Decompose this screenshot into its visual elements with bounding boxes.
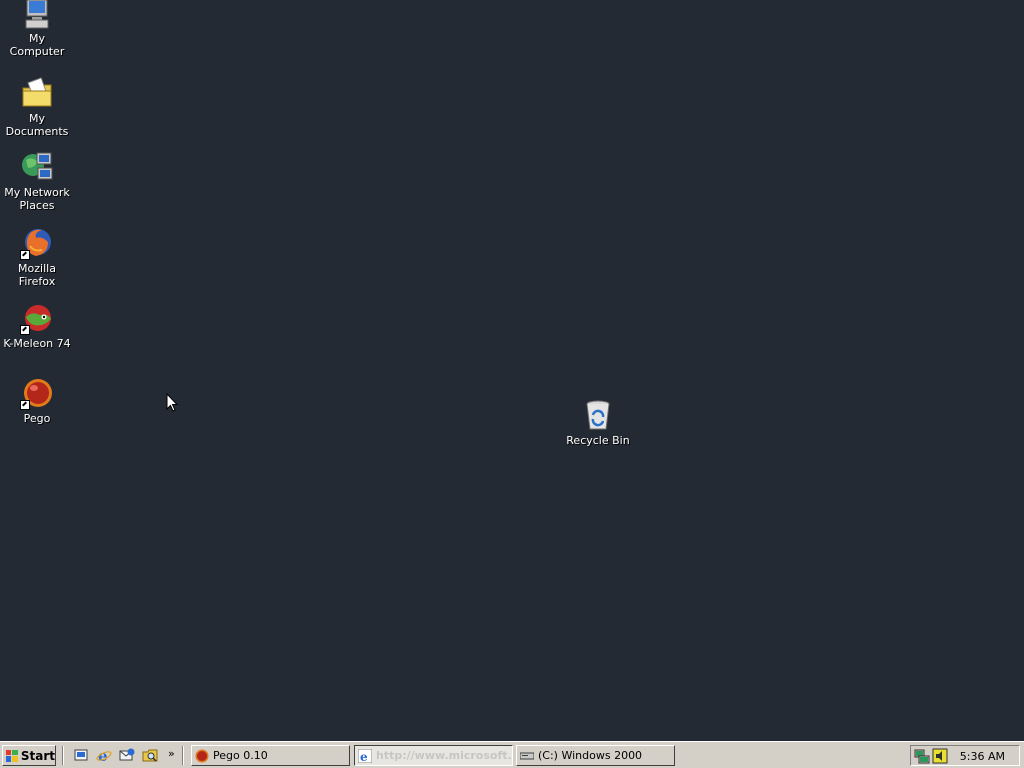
network-globe-icon <box>20 150 54 184</box>
firefox-icon <box>20 226 54 260</box>
desktop-icon-my-documents[interactable]: My Documents <box>0 76 74 138</box>
volume-tray-icon[interactable] <box>932 748 948 767</box>
desktop-icon-my-network-places[interactable]: My Network Places <box>0 150 74 212</box>
taskbar-separator <box>182 746 184 765</box>
desktop-icon-pego[interactable]: Pego <box>0 376 74 425</box>
desktop-icon-label: My Network Places <box>4 186 70 212</box>
taskbar-button-pego[interactable]: Pego 0.10 <box>191 745 350 766</box>
taskbar-separator <box>62 746 64 765</box>
taskbar-button-explorer[interactable]: (C:) Windows 2000 <box>516 745 675 766</box>
k-meleon-icon <box>20 301 54 335</box>
pego-icon <box>195 749 209 763</box>
start-label: Start <box>20 748 55 763</box>
clock[interactable]: 5:36 AM <box>960 750 1005 763</box>
shortcut-arrow-icon <box>20 400 30 410</box>
pego-icon <box>20 376 54 410</box>
taskbar-button-browser[interactable]: e http://www.microsoft... <box>354 745 513 766</box>
shortcut-arrow-icon <box>20 325 30 335</box>
recycle-bin-icon <box>581 398 615 432</box>
desktop-icon-my-computer[interactable]: My Computer <box>0 0 74 58</box>
system-tray: 5:36 AM <box>910 745 1020 766</box>
shortcut-arrow-icon <box>20 250 30 260</box>
drive-icon <box>519 749 535 763</box>
computer-icon <box>20 0 54 30</box>
desktop-icon-label: Pego <box>23 412 51 425</box>
desktop-icon-k-meleon[interactable]: K-Meleon 74 <box>0 301 74 350</box>
desktop-icon-label: My Documents <box>5 112 69 138</box>
outlook-express-icon[interactable] <box>119 747 135 763</box>
desktop-icon-label: Recycle Bin <box>566 434 630 447</box>
svg-text:e: e <box>360 750 368 763</box>
desktop-icon-recycle-bin[interactable]: Recycle Bin <box>561 398 635 447</box>
task-label: http://www.microsoft... <box>376 749 513 762</box>
start-button[interactable]: Start <box>2 745 56 766</box>
desktop-icon-mozilla-firefox[interactable]: Mozilla Firefox <box>0 226 74 288</box>
internet-explorer-icon: e <box>357 748 373 764</box>
mouse-pointer-icon <box>166 392 179 415</box>
taskbar: Start e » Pego 0.10 e http://www.microso… <box>0 741 1024 768</box>
desktop-icon-label: K-Meleon 74 <box>3 337 71 350</box>
internet-explorer-icon[interactable]: e <box>96 747 112 765</box>
show-desktop-icon[interactable] <box>73 747 89 763</box>
search-folder-icon[interactable] <box>142 747 158 763</box>
desktop-icon-label: My Computer <box>9 32 65 58</box>
quick-launch-more-button[interactable]: » <box>168 747 175 760</box>
windows-logo-icon <box>6 749 18 762</box>
desktop-icon-label: Mozilla Firefox <box>18 262 56 288</box>
task-label: Pego 0.10 <box>213 749 268 762</box>
network-tray-icon[interactable] <box>914 748 930 767</box>
folder-icon <box>20 76 54 110</box>
task-label: (C:) Windows 2000 <box>538 749 643 762</box>
